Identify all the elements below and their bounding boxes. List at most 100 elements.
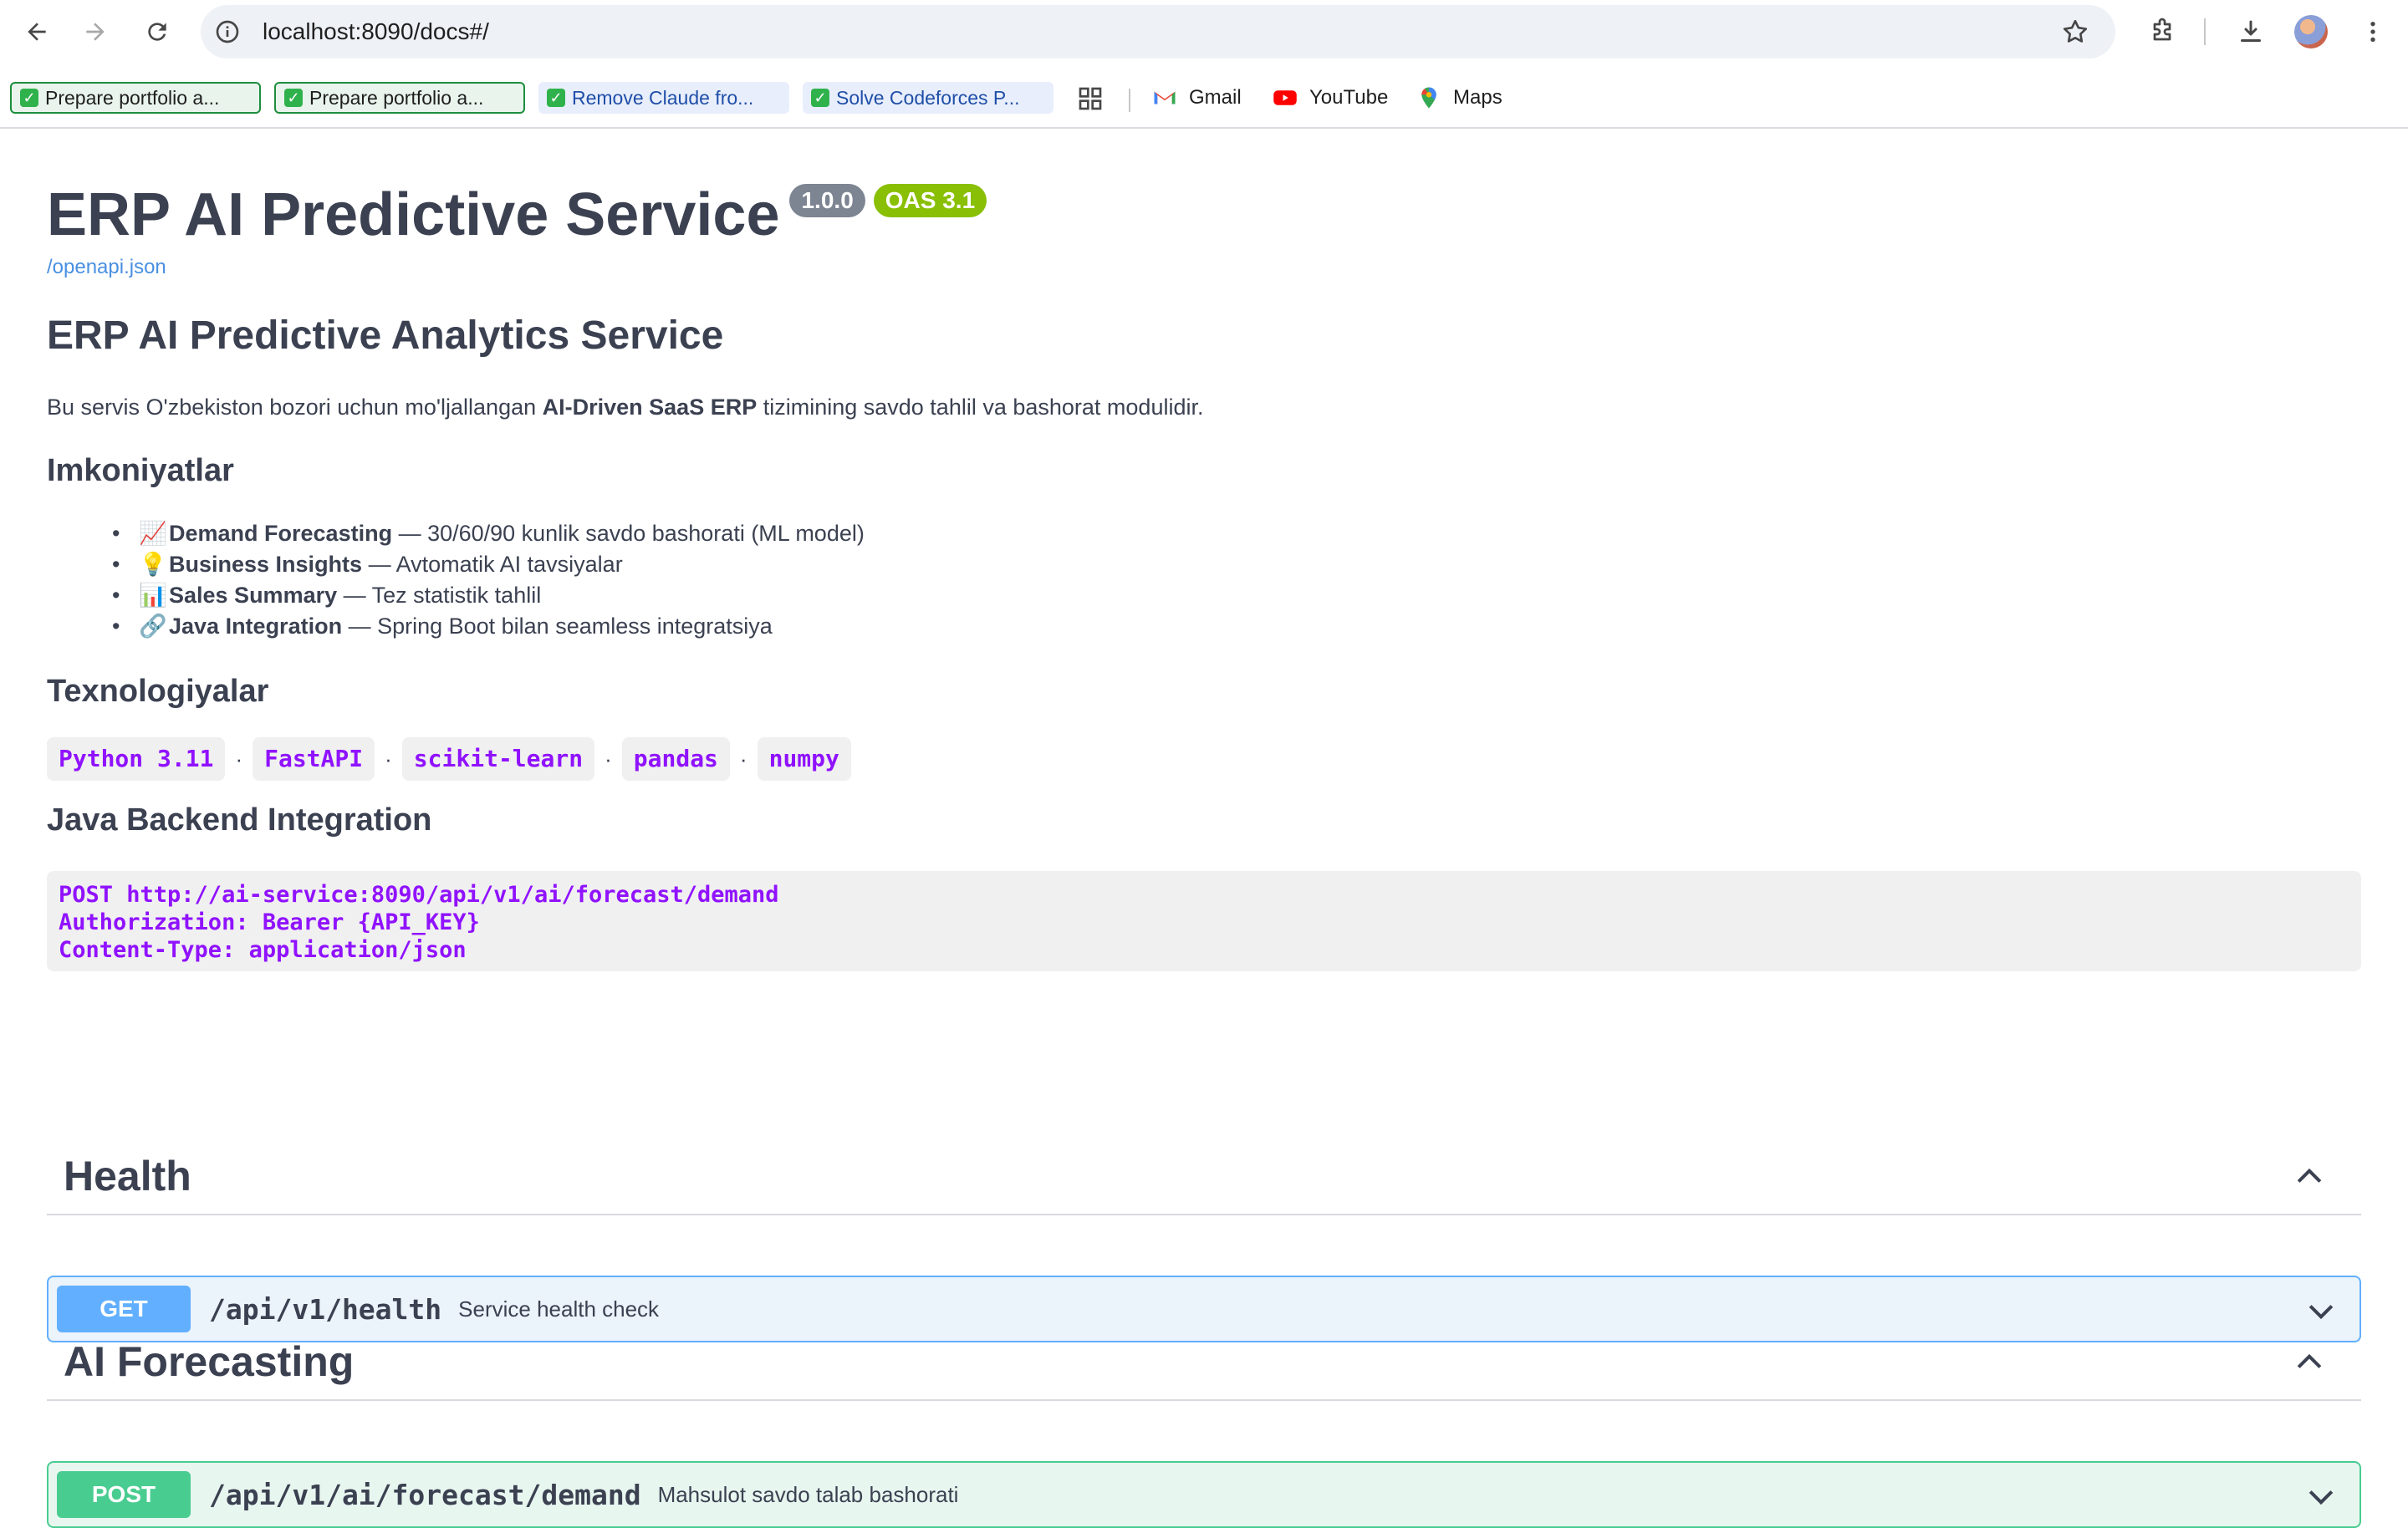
feature-name: Demand Forecasting [169,521,393,546]
site-info-icon[interactable] [214,18,241,45]
page-title: ERP AI Predictive Service [47,181,780,248]
browser-toolbar: localhost:8090/docs#/ [0,0,2408,64]
browser-content-divider [0,127,2408,129]
chart-up-icon: 📈 [139,521,167,546]
address-bar[interactable]: localhost:8090/docs#/ [201,5,2115,59]
openapi-json-link[interactable]: /openapi.json [47,256,166,279]
chevron-down-icon[interactable] [2303,1478,2339,1515]
tech-chip: scikit-learn [401,737,595,781]
tag-title: AI Forecasting [64,1338,355,1385]
operation-summary: Mahsulot savdo talab bashorati [657,1481,959,1507]
check-icon: ✓ [547,89,565,107]
operation-summary: Service health check [458,1296,660,1322]
tech-chip: Python 3.11 [47,737,226,781]
bookmark-item[interactable]: ✓ Remove Claude fro... [538,82,789,114]
code-line: Authorization: Bearer {API_KEY} [59,909,480,935]
features-list: 📈Demand Forecasting — 30/60/90 kunlik sa… [112,518,865,642]
bookmark-youtube[interactable]: YouTube [1273,82,1388,114]
bookmark-label: Gmail [1189,86,1242,109]
code-line: POST http://ai-service:8090/api/v1/ai/fo… [59,882,779,908]
separator: · [605,746,612,772]
bookmarks-bar: ✓ Prepare portfolio a... ✓ Prepare portf… [0,74,2408,122]
tag-ai-forecasting[interactable]: AI Forecasting [47,1322,2361,1401]
back-button[interactable] [17,12,57,52]
bookmark-label: Prepare portfolio a... [309,86,484,109]
method-badge: POST [57,1471,191,1518]
version-badge: 1.0.0 [789,184,865,217]
tag-health[interactable]: Health [47,1137,2361,1215]
feature-text: — Spring Boot bilan seamless integratsiy… [342,614,773,639]
youtube-icon [1273,85,1298,110]
check-icon: ✓ [811,89,829,107]
operation-path: /api/v1/health [209,1292,442,1326]
tag-title: Health [64,1153,191,1199]
bookmark-item[interactable]: ✓ Solve Codeforces P... [803,82,1054,114]
reload-icon [148,23,166,41]
description-intro: Bu servis O'zbekiston bozori uchun mo'lj… [47,395,543,420]
code-line: Content-Type: application/json [59,937,467,963]
bookmark-label: Remove Claude fro... [572,86,754,109]
description-heading: ERP AI Predictive Analytics Service [47,313,724,358]
feature-name: Business Insights [169,552,363,577]
arrow-right-icon [86,23,105,41]
apps-grid-icon[interactable] [1077,85,1104,112]
chevron-up-icon[interactable] [2291,1344,2328,1381]
url-text[interactable]: localhost:8090/docs#/ [263,5,489,59]
more-vertical-icon [2370,22,2375,42]
bookmark-item[interactable]: ✓ Prepare portfolio a... [10,82,261,114]
feature-text: — Tez statistik tahlil [337,583,542,608]
separator: · [235,746,243,772]
list-item: 📈Demand Forecasting — 30/60/90 kunlik sa… [112,518,865,549]
bookmark-maps[interactable]: Maps [1416,82,1502,114]
downloads-button[interactable] [2234,15,2268,48]
java-integration-heading: Java Backend Integration [47,802,432,838]
list-item: 🔗Java Integration — Spring Boot bilan se… [112,611,865,642]
toolbar-divider [2204,18,2206,45]
check-icon: ✓ [20,89,38,107]
list-item: 💡Business Insights — Avtomatik AI tavsiy… [112,549,865,580]
chevron-up-icon[interactable] [2291,1159,2328,1195]
menu-button[interactable] [2356,15,2390,48]
operation-path: /api/v1/ai/forecast/demand [209,1478,641,1511]
extensions-button[interactable] [2145,15,2179,48]
link-icon: 🔗 [139,614,167,639]
puzzle-icon [2153,18,2171,41]
bookmark-label: Solve Codeforces P... [836,86,1020,109]
tech-list: Python 3.11 · FastAPI · scikit-learn · p… [47,737,851,781]
feature-name: Sales Summary [169,583,338,608]
code-block: POST http://ai-service:8090/api/v1/ai/fo… [47,871,2361,971]
description-outro: tizimining savdo tahlil va bashorat modu… [757,395,1204,420]
bookmark-label: YouTube [1309,86,1389,109]
separator: · [385,746,392,772]
lightbulb-icon: 💡 [139,552,167,577]
description-bold: AI-Driven SaaS ERP [542,395,758,420]
bookmark-star-icon[interactable] [2060,17,2090,47]
info-header: ERP AI Predictive Service 1.0.0 OAS 3.1 [47,179,987,251]
oas-badge: OAS 3.1 [873,184,987,217]
gmail-icon [1152,85,1177,110]
separator: · [739,746,747,772]
bookmark-item[interactable]: ✓ Prepare portfolio a... [274,82,525,114]
feature-name: Java Integration [169,614,343,639]
bar-chart-icon: 📊 [139,583,167,608]
bookmarks-divider [1129,89,1130,112]
description-text: Bu servis O'zbekiston bozori uchun mo'lj… [47,395,1203,420]
maps-pin-icon [1416,85,1441,110]
bookmark-gmail[interactable]: Gmail [1152,82,1242,114]
feature-text: — 30/60/90 kunlik savdo bashorati (ML mo… [392,521,865,546]
download-icon [2241,20,2261,42]
tech-chip: FastAPI [253,737,375,781]
check-icon: ✓ [284,89,303,107]
bookmark-label: Prepare portfolio a... [45,86,220,109]
tech-chip: pandas [621,737,730,781]
profile-avatar[interactable] [2294,15,2328,48]
operation-post-forecast-demand[interactable]: POST /api/v1/ai/forecast/demand Mahsulot… [47,1461,2361,1528]
list-item: 📊Sales Summary — Tez statistik tahlil [112,580,865,611]
tech-heading: Texnologiyalar [47,674,269,709]
reload-button[interactable] [137,12,177,52]
features-heading: Imkoniyatlar [47,453,234,488]
feature-text: — Avtomatik AI tavsiyalar [362,552,623,577]
forward-button[interactable] [75,12,115,52]
tech-chip: numpy [757,737,851,781]
bookmark-label: Maps [1453,86,1502,109]
